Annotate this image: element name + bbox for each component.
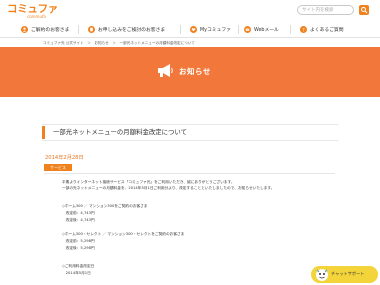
body-line: 改定前：4,743円 — [62, 211, 95, 215]
logo-text: コミュファ — [7, 3, 58, 15]
body-line: 改定後：5,298円 — [62, 246, 95, 250]
body-line: 一部の光ネットメニューの月額料金を、2014年5月1日ご利用分より、改定すること… — [62, 186, 275, 190]
divider — [44, 173, 335, 174]
mail-icon — [244, 26, 251, 33]
nav-item-faq[interactable]: ? よくあるご質問 — [300, 23, 344, 36]
nav-item-my-commufa[interactable]: Myコミュファ — [190, 23, 231, 36]
body-line: ◇ホーム300・セレクト ／ マンション300・セレクトをご契約のお客さま — [62, 232, 185, 236]
search-placeholder: サイト内を検索 — [302, 8, 334, 13]
question-icon: ? — [300, 26, 307, 33]
body-line: 2014年5月1日 — [62, 271, 91, 275]
body-line: 平素よりインターネット接続サービス「コミュファ光」をご利用いただき、誠にありがと… — [62, 180, 235, 184]
megaphone-icon — [158, 64, 173, 77]
nav-item-cancellation[interactable]: ご解約のお客さま — [21, 23, 69, 36]
nav-label: Myコミュファ — [200, 28, 231, 33]
search-icon[interactable] — [359, 5, 369, 15]
body-line: 改定後：4,743円 — [62, 218, 95, 222]
breadcrumb: コミュファ光 公式サイト ＞ お知らせ ＞ 一部光ネットメニューの月額料金改定に… — [43, 41, 195, 45]
page-title: お知らせ — [179, 67, 211, 76]
nav-divider — [180, 25, 181, 34]
article-title: 一部光ネットメニューの月額料金改定について — [53, 128, 188, 136]
body-line: ◇ご利用料金改定日 — [62, 264, 95, 268]
body-line: ◇ホーム300 ／ マンション300をご契約のお客さま — [62, 204, 148, 208]
nav-item-apply[interactable]: お申し込みをご検討のお客さま — [88, 23, 165, 36]
nav-label: Webメール — [254, 28, 279, 33]
chat-support-label: チャットサポート — [331, 271, 365, 276]
nav-divider — [78, 25, 79, 34]
nav-label: ご解約のお客さま — [31, 28, 70, 33]
nav-divider — [238, 25, 239, 34]
document-icon — [88, 26, 95, 33]
nav-item-webmail[interactable]: Webメール — [244, 23, 279, 36]
search-input[interactable]: サイト内を検索 — [297, 5, 354, 15]
global-nav: ご解約のお客さま お申し込みをご検討のお客さま Myコミュファ Webメール ?… — [0, 22, 380, 38]
heart-icon — [190, 26, 197, 33]
heading-accent-bar — [42, 126, 45, 139]
nav-divider — [290, 25, 291, 34]
nav-label: よくあるご質問 — [310, 28, 344, 33]
category-tag: サービス — [44, 164, 72, 171]
person-icon — [21, 26, 28, 33]
site-logo[interactable]: コミュファ commufa — [7, 3, 58, 19]
nav-label: お申し込みをご検討のお客さま — [98, 28, 166, 33]
top-bar: コミュファ commufa サイト内を検索 — [0, 0, 380, 22]
page-banner: お知らせ — [0, 47, 380, 97]
logo-subtext: commufa — [27, 14, 46, 19]
mascot-icon — [316, 269, 328, 281]
chat-support-button[interactable]: チャットサポート — [311, 266, 378, 283]
article-date: 2014年2月28日 — [45, 155, 84, 161]
body-line: 改定前：5,298円 — [62, 239, 95, 243]
